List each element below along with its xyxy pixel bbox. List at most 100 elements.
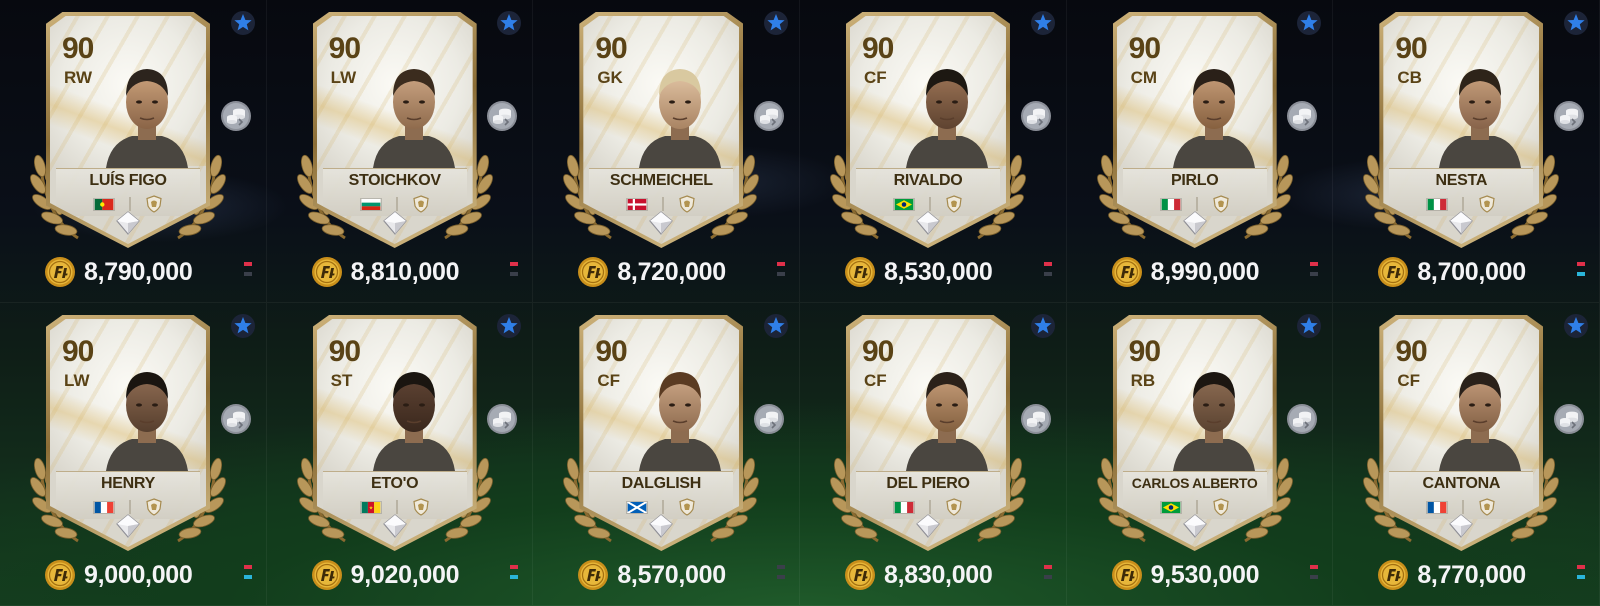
price-trend-indicator: [1043, 262, 1052, 284]
player-card[interactable]: 90 RB CARLOS ALBERTO: [1093, 315, 1297, 555]
player-card[interactable]: 90 LW: [293, 12, 497, 252]
star-icon[interactable]: [1296, 10, 1322, 36]
player-portrait: [905, 69, 988, 168]
star-icon[interactable]: [763, 10, 789, 36]
divider: [1462, 500, 1465, 514]
icon-card-frame: 90 RB CARLOS ALBERTO: [1112, 315, 1277, 551]
overall-rating: 90: [1128, 32, 1161, 65]
player-card[interactable]: 90 CM PIRLO: [1093, 12, 1297, 252]
player-name: DEL PIERO: [886, 475, 970, 492]
brazil-flag-icon: [892, 197, 915, 211]
coins-stack-icon[interactable]: [486, 100, 518, 132]
price-row: 8,770,000: [1377, 558, 1526, 592]
player-price: 8,700,000: [1417, 257, 1526, 286]
cameroon-flag-icon: [359, 500, 382, 514]
star-icon[interactable]: [496, 313, 522, 339]
icon-card-frame: 90 CF: [1379, 315, 1544, 551]
diamond-icon: [916, 211, 940, 235]
player-card[interactable]: 90 GK SCHMEICHEL: [559, 12, 763, 252]
coins-stack-icon[interactable]: [1286, 100, 1318, 132]
player-card[interactable]: 90 LW: [26, 315, 230, 555]
player-portrait: [1439, 69, 1522, 168]
player-card[interactable]: 90 CB NESTA: [1359, 12, 1563, 252]
player-listing-7[interactable]: 90 LW HENRY 9,000,000: [0, 303, 267, 606]
star-icon[interactable]: [1563, 10, 1589, 36]
player-listing-12[interactable]: 90 CF CANTONA 8,770,000: [1333, 303, 1600, 606]
price-row: 9,020,000: [311, 558, 459, 592]
divider: [1462, 197, 1465, 211]
star-icon[interactable]: [496, 10, 522, 36]
price-trend-indicator: [1310, 262, 1319, 284]
italy-flag-icon: [1426, 197, 1449, 211]
player-portrait: [905, 372, 988, 471]
player-position: CF: [597, 371, 620, 390]
price-row: 9,000,000: [44, 558, 193, 592]
player-listing-6[interactable]: 90 CB NESTA 8,700,000: [1333, 0, 1600, 303]
player-listing-4[interactable]: 90 CF RIVALDO 8,530,000: [799, 0, 1067, 303]
coins-stack-icon[interactable]: [1553, 100, 1585, 132]
diamond-icon: [382, 514, 407, 538]
price-row: 8,700,000: [1377, 255, 1526, 289]
overall-rating: 90: [595, 32, 627, 65]
player-listing-1[interactable]: 90 RW LUÍS FIGO 8,790,000: [0, 0, 267, 303]
coins-stack-icon[interactable]: [1553, 403, 1585, 435]
divider: [1195, 197, 1198, 211]
player-listing-11[interactable]: 90 RB CARLOS ALBERTO 9,530,000: [1066, 303, 1334, 606]
star-icon[interactable]: [1563, 313, 1589, 339]
price-row: 8,830,000: [844, 558, 993, 592]
overall-rating: 90: [861, 32, 894, 65]
player-card[interactable]: 90 RW LUÍS FIGO: [26, 12, 230, 252]
icon-shield-icon: [1212, 195, 1229, 213]
player-card[interactable]: 90 ST ETO'O: [293, 315, 497, 555]
player-listing-8[interactable]: 90 ST ETO'O 9,020,000: [266, 303, 534, 606]
player-portrait: [372, 69, 455, 168]
star-icon[interactable]: [1030, 313, 1056, 339]
player-listing-2[interactable]: 90 LW STOICHKOV 8,810,000: [266, 0, 534, 303]
player-name: RIVALDO: [893, 172, 963, 189]
player-portrait: [639, 69, 722, 168]
overall-rating: 90: [328, 335, 361, 368]
coins-stack-icon[interactable]: [1020, 100, 1052, 132]
player-position: LW: [330, 68, 357, 87]
player-position: CB: [1397, 68, 1422, 87]
star-icon[interactable]: [1296, 313, 1322, 339]
coins-stack-icon[interactable]: [1020, 403, 1052, 435]
player-card[interactable]: 90 CF: [826, 315, 1030, 555]
player-position: CM: [1130, 68, 1158, 87]
coins-stack-icon[interactable]: [753, 100, 785, 132]
overall-rating: 90: [328, 32, 361, 65]
fc-coin-icon: [578, 560, 609, 590]
coins-stack-icon[interactable]: [753, 403, 785, 435]
player-card[interactable]: 90 CF: [1359, 315, 1563, 555]
player-listing-10[interactable]: 90 CF DEL PIERO 8,830,000: [799, 303, 1067, 606]
denmark-flag-icon: [626, 197, 649, 211]
coins-stack-icon[interactable]: [1286, 403, 1318, 435]
player-position: GK: [597, 68, 623, 87]
fc-coin-icon: [844, 560, 875, 590]
player-price: 9,000,000: [84, 560, 193, 589]
star-icon[interactable]: [230, 313, 256, 339]
player-price: 8,770,000: [1417, 560, 1526, 589]
icon-shield-icon: [146, 498, 162, 516]
player-price: 8,790,000: [84, 257, 193, 286]
star-icon[interactable]: [1030, 10, 1056, 36]
coins-stack-icon[interactable]: [220, 403, 252, 435]
player-card[interactable]: 90 CF: [826, 12, 1030, 252]
star-icon[interactable]: [763, 313, 789, 339]
diamond-icon: [1182, 211, 1207, 235]
divider: [928, 197, 931, 211]
player-listing-3[interactable]: 90 GK SCHMEICHEL 8,720,000: [533, 0, 800, 303]
player-listing-5[interactable]: 90 CM PIRLO 8,990,000: [1066, 0, 1334, 303]
price-row: 8,990,000: [1111, 255, 1259, 289]
player-card[interactable]: 90 CF: [559, 315, 763, 555]
coins-stack-icon[interactable]: [220, 100, 252, 132]
star-icon[interactable]: [230, 10, 256, 36]
player-listing-9[interactable]: 90 CF DALGLISH 8,570,000: [533, 303, 800, 606]
divider: [395, 197, 398, 211]
player-price: 8,830,000: [883, 560, 993, 589]
overall-rating: 90: [1395, 32, 1427, 65]
coins-stack-icon[interactable]: [486, 403, 518, 435]
overall-rating: 90: [861, 335, 894, 368]
icon-card-frame: 90 CF: [579, 315, 744, 551]
player-position: ST: [330, 371, 353, 390]
